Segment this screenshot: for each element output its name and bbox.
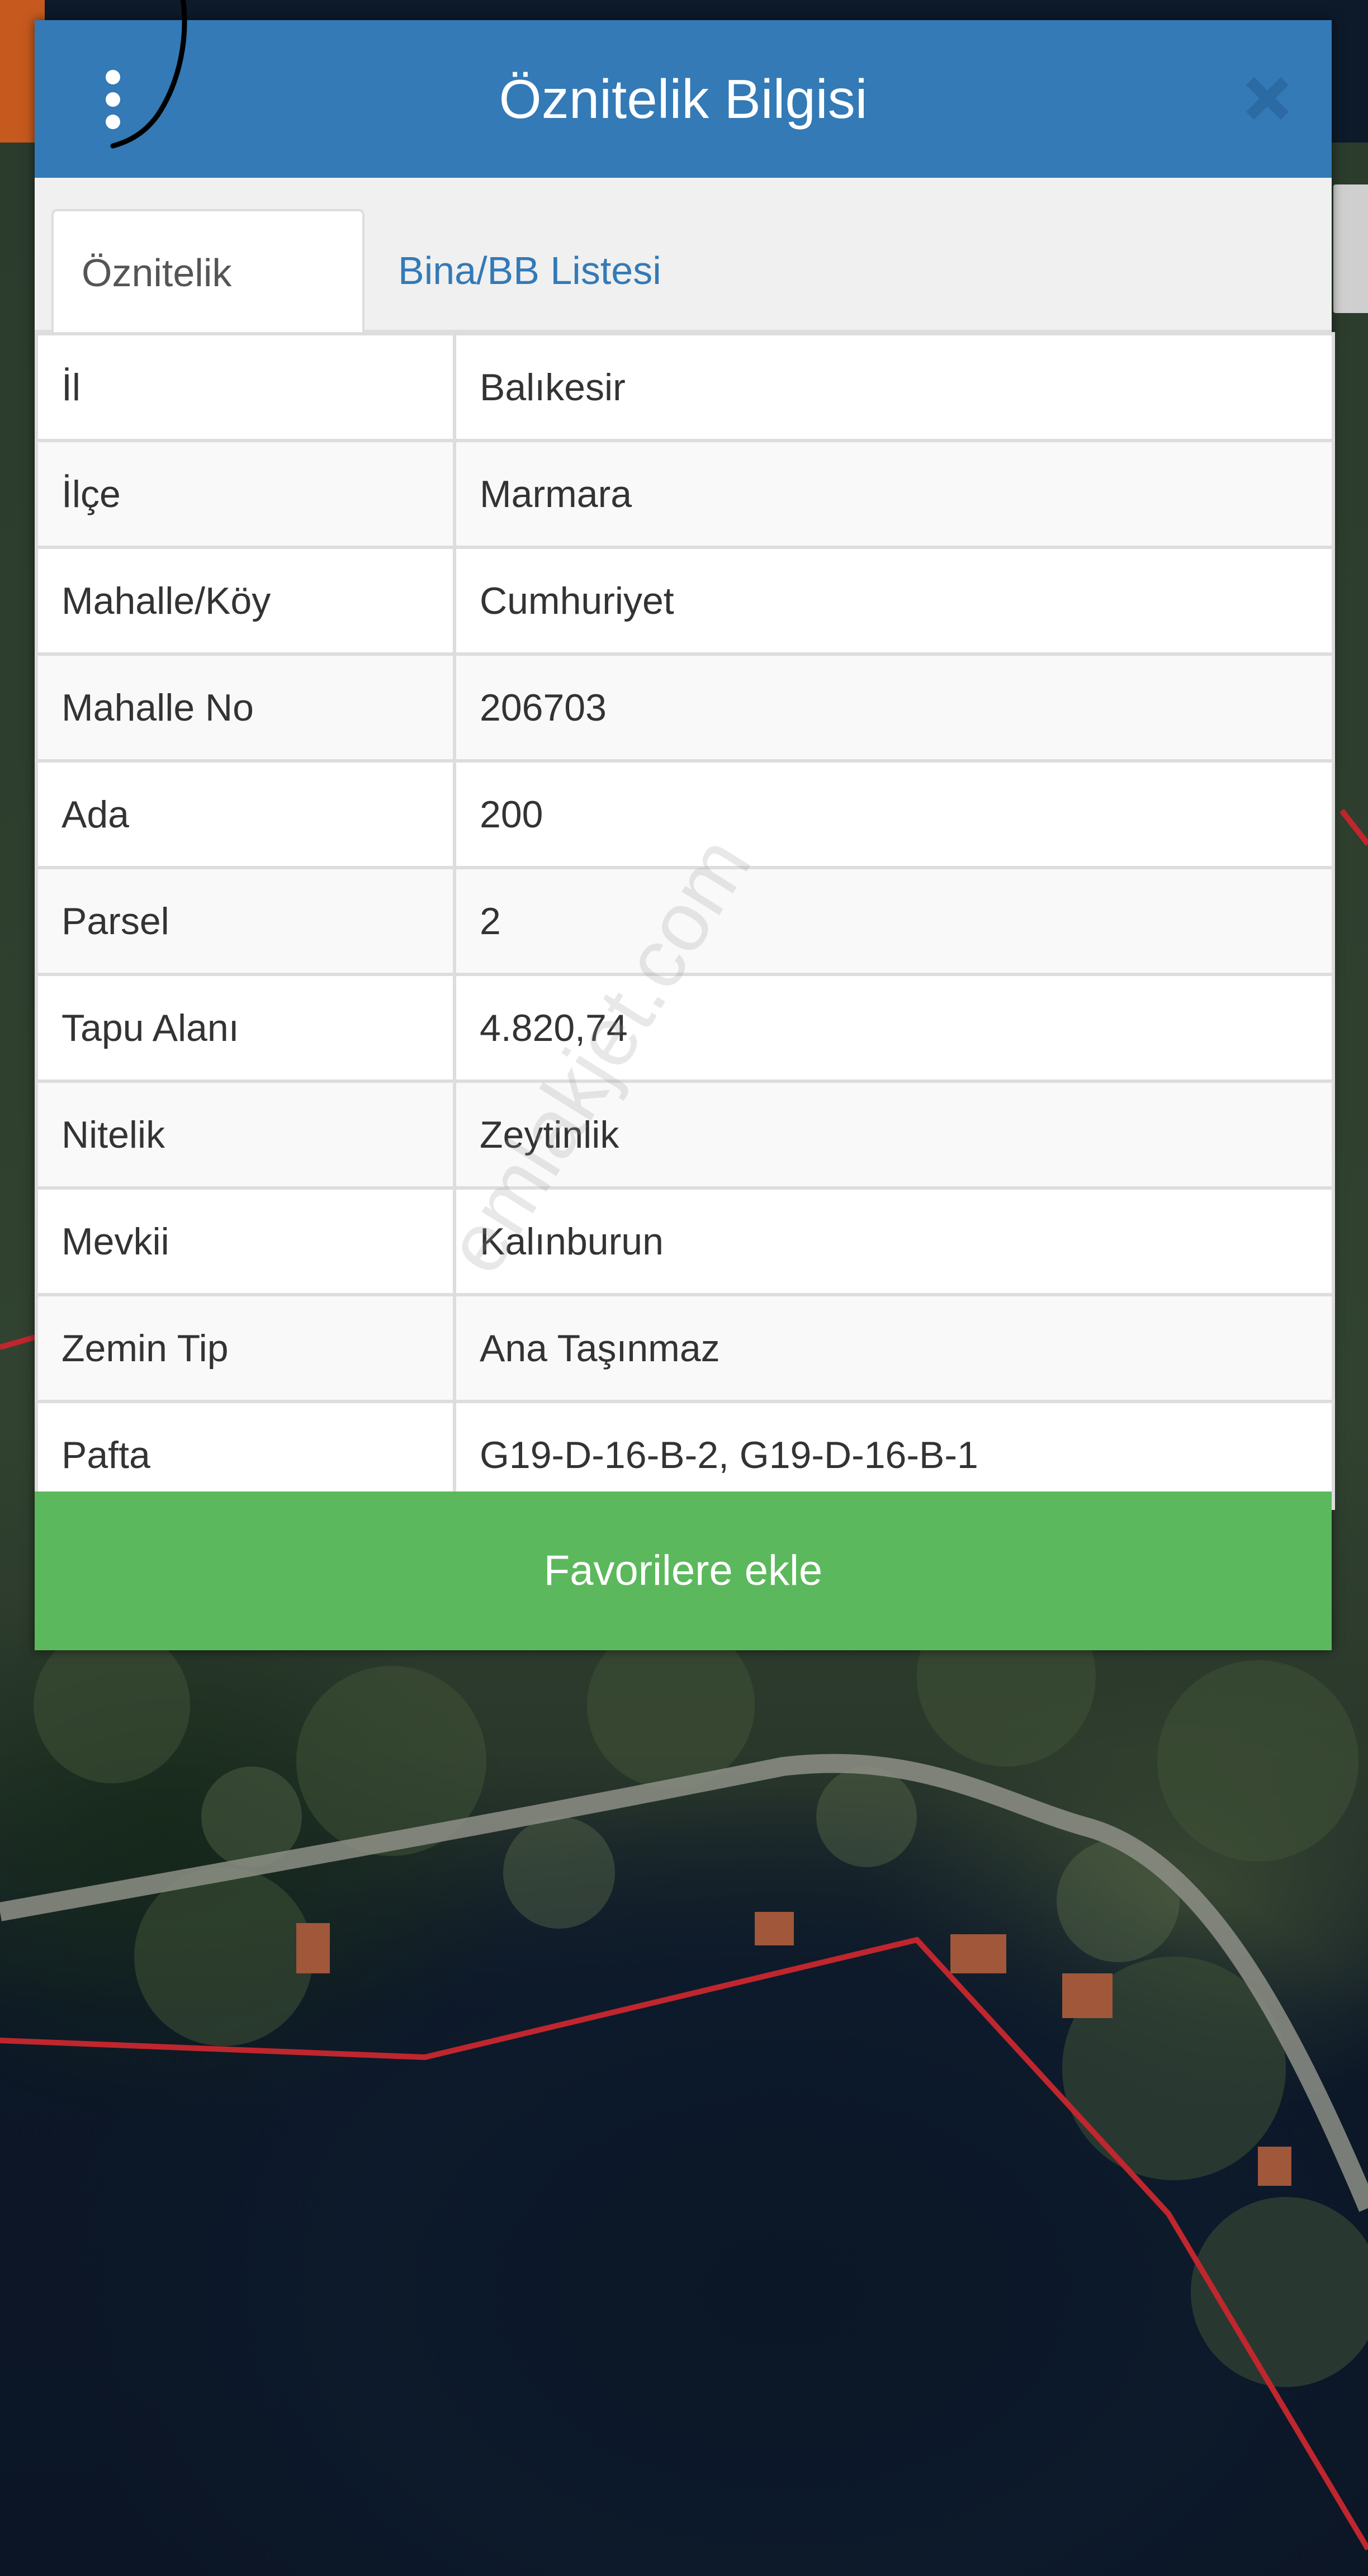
scrollbar-thumb[interactable]	[1333, 184, 1368, 313]
table-row: İl Balıkesir	[35, 332, 1335, 442]
add-favorite-button[interactable]: Favorilere ekle	[35, 1491, 1332, 1650]
attribute-value: 206703	[453, 652, 1335, 763]
attribute-value: Marmara	[453, 439, 1335, 549]
attribute-key: İl	[35, 332, 456, 442]
attribute-table: İl Balıkesir İlçe Marmara Mahalle/Köy Cumhuri…	[35, 332, 1335, 1510]
table-row: Tapu Alanı 4.820,74	[35, 973, 1335, 1083]
attribute-value: 4.820,74	[453, 973, 1335, 1083]
attribute-key: Zemin Tip	[35, 1293, 456, 1403]
attribute-value: Balıkesir	[453, 332, 1335, 442]
attribute-key: Tapu Alanı	[35, 973, 456, 1083]
vertical-dots-icon[interactable]	[96, 65, 130, 138]
attribute-value: Ana Taşınmaz	[453, 1293, 1335, 1403]
tab-attribute-info[interactable]: Öznitelik Bilgisi	[51, 209, 365, 418]
attribute-key: Parsel	[35, 866, 456, 976]
table-row: Mahalle/Köy Cumhuriyet	[35, 546, 1335, 656]
table-row: Nitelik Zeytinlik	[35, 1079, 1335, 1190]
table-row: Parsel 2	[35, 866, 1335, 976]
attribute-key: Nitelik	[35, 1079, 456, 1190]
attribute-key: Ada	[35, 759, 456, 869]
table-row: İlçe Marmara	[35, 439, 1335, 549]
attribute-key: Mahalle/Köy	[35, 546, 456, 656]
attribute-dialog: Öznitelik Bilgisi Öznitelik Bilgisi Bina…	[35, 0, 1335, 1650]
attribute-value: Kalınburun	[453, 1186, 1335, 1296]
tab-building-list[interactable]: Bina/BB Listesi	[370, 209, 689, 332]
attribute-value: 2	[453, 866, 1335, 976]
attribute-value: Cumhuriyet	[453, 546, 1335, 656]
close-icon[interactable]	[1242, 73, 1293, 124]
attribute-key: İlçe	[35, 439, 456, 549]
attribute-key: Mevkii	[35, 1186, 456, 1296]
attribute-key: Mahalle No	[35, 652, 456, 763]
table-row: Mevkii Kalınburun	[35, 1186, 1335, 1296]
table-row: Ada 200	[35, 759, 1335, 869]
dialog-title: Öznitelik Bilgisi	[499, 68, 868, 130]
attribute-value: 200	[453, 759, 1335, 869]
table-row: Mahalle No 206703	[35, 652, 1335, 763]
tab-bar: Öznitelik Bilgisi Bina/BB Listesi	[35, 178, 1332, 418]
dialog-header: Öznitelik Bilgisi	[35, 0, 1332, 178]
table-row: Zemin Tip Ana Taşınmaz	[35, 1293, 1335, 1403]
attribute-value: Zeytinlik	[453, 1079, 1335, 1190]
